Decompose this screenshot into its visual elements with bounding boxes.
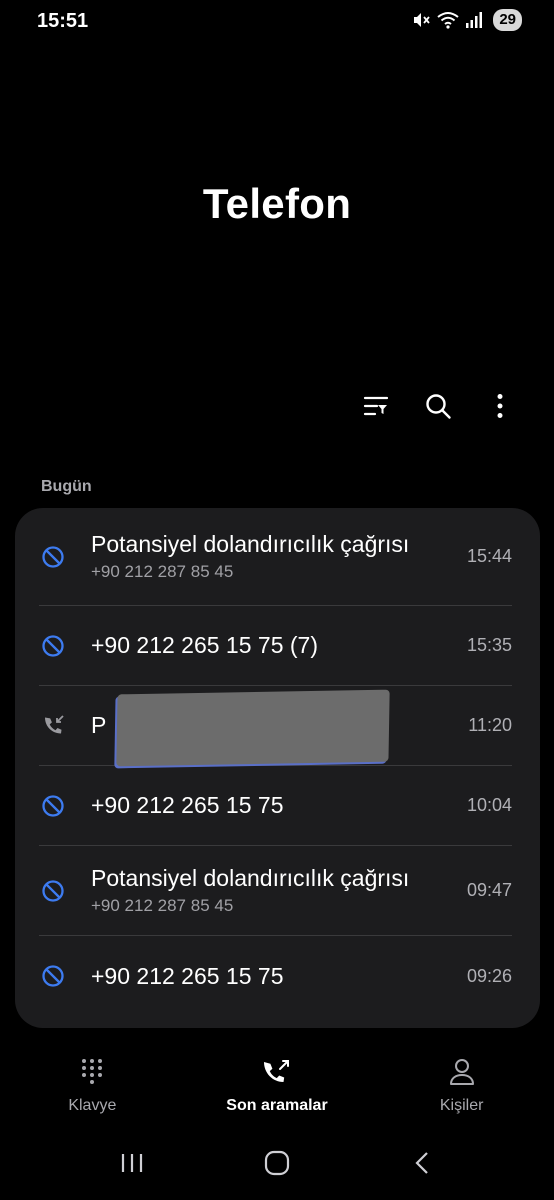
person-icon [445,1055,479,1089]
blocked-call-icon [39,877,67,905]
call-text: +90 212 265 15 75 [91,963,459,990]
recent-apps-button[interactable] [107,1147,157,1183]
incoming-call-icon [39,712,67,740]
nav-recents-label: Son aramalar [226,1097,328,1114]
nav-contacts-label: Kişiler [439,1097,484,1114]
call-time: 09:47 [466,880,512,900]
back-button[interactable] [397,1147,447,1183]
nav-contacts[interactable]: Kişiler [377,1055,547,1125]
status-time: 15:51 [37,10,89,32]
redaction-overlay [116,689,390,767]
call-text: +90 212 265 15 75 (7) [91,632,459,659]
call-time: 15:44 [466,546,512,566]
page-title: Telefon [202,180,352,227]
mute-icon [411,10,431,30]
phone-app-screen: 15:51 29 Telefon Bugün Potansiyel doland… [0,0,554,1200]
filter-button[interactable] [358,390,394,426]
call-time: 09:26 [466,965,512,986]
call-log-item[interactable]: P 11:20 [39,686,512,767]
home-icon [264,1150,290,1181]
section-label-today: Bugün [41,478,92,495]
blocked-call-icon [39,632,67,660]
search-button[interactable] [420,390,456,426]
call-text: Potansiyel dolandırıcılık çağrısı +90 21… [91,531,459,582]
call-title: Potansiyel dolandırıcılık çağrısı [91,531,410,557]
blocked-call-icon [39,792,67,820]
more-options-button[interactable] [482,390,518,426]
toolbar [358,390,518,426]
call-log-item[interactable]: +90 212 265 15 75 10:04 [39,766,512,846]
home-button[interactable] [252,1147,302,1183]
call-title: +90 212 265 15 75 [91,962,284,989]
call-number: +90 212 287 85 45 [91,896,234,915]
call-time: 11:20 [468,715,512,735]
status-icons: 29 [411,9,522,31]
filter-icon [363,394,389,423]
wifi-icon [437,10,459,30]
call-text: Potansiyel dolandırıcılık çağrısı +90 21… [91,865,459,916]
call-title: +90 212 265 15 75 (7) [91,632,318,658]
signal-icon [465,11,483,29]
call-number: +90 212 287 85 45 [91,562,234,581]
nav-keypad-label: Klavye [68,1097,117,1114]
status-bar: 15:51 29 [0,0,554,44]
recent-calls-icon [260,1055,294,1089]
blocked-call-icon [39,962,67,990]
battery-indicator: 29 [493,9,522,31]
call-log-item[interactable]: Potansiyel dolandırıcılık çağrısı +90 21… [39,508,512,606]
call-log-list: Potansiyel dolandırıcılık çağrısı +90 21… [15,508,540,1028]
keypad-icon [75,1055,109,1089]
blocked-call-icon [39,543,67,571]
call-title: +90 212 265 15 75 [91,792,284,818]
nav-keypad[interactable]: Klavye [7,1055,177,1125]
call-text: +90 212 265 15 75 [91,792,459,819]
search-icon [424,392,452,425]
call-log-item[interactable]: +90 212 265 15 75 09:26 [39,936,512,1016]
bottom-navigation: Klavye Son aramalar Kişiler [0,1055,554,1125]
more-vert-icon [496,393,504,424]
call-log-item[interactable]: +90 212 265 15 75 (7) 15:35 [39,606,512,686]
call-title: Potansiyel dolandırıcılık çağrısı [91,865,410,891]
recent-apps-icon [120,1152,144,1179]
call-time: 10:04 [466,795,512,815]
nav-recents[interactable]: Son aramalar [192,1055,362,1125]
system-navigation-bar [0,1145,554,1185]
back-icon [414,1151,430,1180]
call-log-item[interactable]: Potansiyel dolandırıcılık çağrısı +90 21… [39,846,512,936]
call-time: 15:35 [466,635,512,655]
